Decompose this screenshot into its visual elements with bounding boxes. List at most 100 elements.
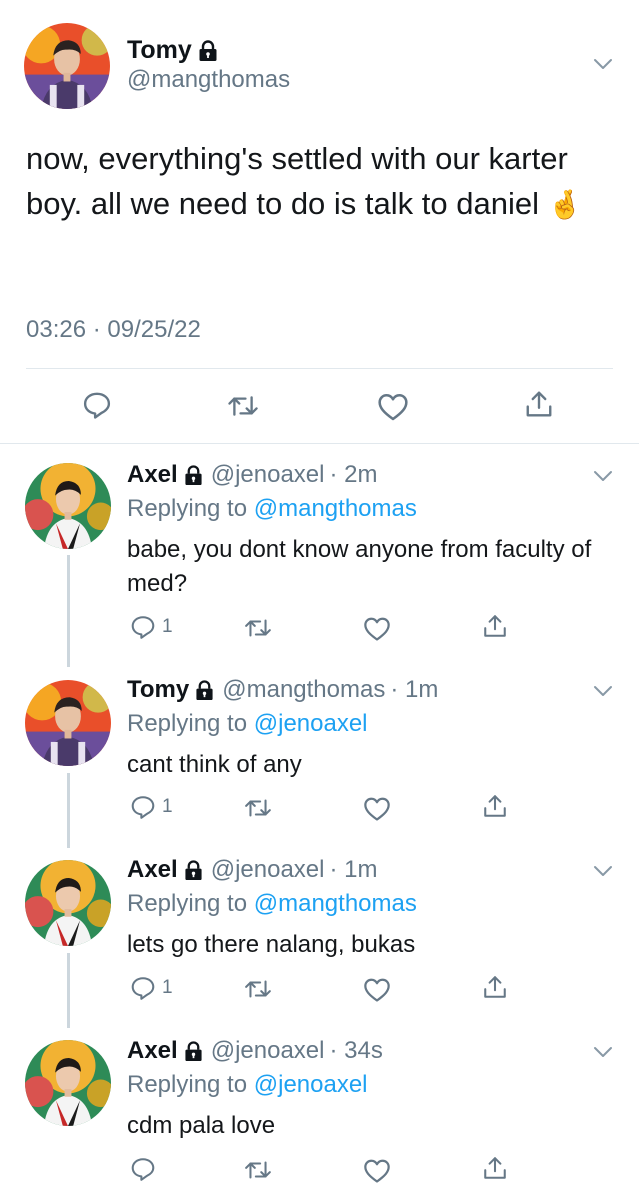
retweet-button[interactable]: [244, 976, 272, 1002]
reply-count: 1: [162, 977, 173, 998]
author-handle[interactable]: @jenoaxel: [211, 461, 325, 489]
reply-time: · 1m: [329, 856, 378, 883]
chevron-down-icon[interactable]: [593, 685, 613, 697]
replying-prefix: Replying to: [127, 710, 248, 737]
reply-text: cant think of any: [127, 751, 302, 778]
reply-text: babe, you dont know anyone from faculty …: [127, 536, 592, 597]
author-handle[interactable]: @mangthomas: [127, 66, 290, 94]
like-button[interactable]: [363, 796, 391, 822]
author-handle[interactable]: @mangthomas: [222, 676, 385, 704]
author-name-row: Axel @jenoaxel · 2m: [127, 461, 377, 489]
chevron-down-icon[interactable]: [593, 58, 613, 70]
reply-count: 1: [162, 796, 173, 817]
reply-time: · 1m: [390, 676, 439, 703]
replying-prefix: Replying to: [127, 1071, 248, 1098]
author-name[interactable]: Tomy: [127, 676, 189, 704]
lock-icon: [184, 465, 203, 486]
author-name[interactable]: Tomy: [127, 36, 192, 65]
avatar[interactable]: [25, 680, 111, 766]
lock-icon: [198, 40, 218, 62]
mention-link[interactable]: @mangthomas: [254, 890, 417, 917]
reply-button[interactable]: 1: [130, 975, 173, 1001]
reply-icon: [130, 1156, 156, 1182]
thread-line: [67, 953, 70, 1028]
author-name[interactable]: Axel: [127, 1037, 178, 1065]
like-icon: [377, 392, 409, 422]
lock-icon: [184, 1041, 203, 1062]
tweet-body: now, everything's settled with our karte…: [26, 141, 568, 221]
reply-button[interactable]: [130, 1156, 162, 1182]
retweet-button[interactable]: [244, 795, 272, 821]
share-button[interactable]: [524, 389, 554, 419]
author-name[interactable]: Axel: [127, 461, 178, 489]
replying-to: Replying to @jenoaxel: [127, 1071, 368, 1099]
lock-icon: [195, 680, 214, 701]
author-name-row: Axel @jenoaxel · 1m: [127, 856, 377, 884]
retweet-button[interactable]: [227, 391, 259, 421]
author-name-row: Axel @jenoaxel · 34s: [127, 1037, 383, 1065]
author-name-row: Tomy: [127, 36, 218, 65]
avatar[interactable]: [25, 1040, 111, 1126]
reply-text: lets go there nalang, bukas: [127, 931, 416, 958]
author-name-row: Tomy @mangthomas · 1m: [127, 676, 438, 704]
lock-icon: [184, 860, 203, 881]
chevron-down-icon[interactable]: [593, 865, 613, 877]
replying-prefix: Replying to: [127, 495, 248, 522]
share-icon: [482, 974, 508, 1000]
share-icon: [524, 389, 554, 419]
retweet-icon: [244, 1157, 272, 1183]
share-button[interactable]: [482, 1155, 508, 1181]
like-icon: [363, 977, 391, 1003]
mention-link[interactable]: @jenoaxel: [254, 710, 368, 737]
replying-to: Replying to @mangthomas: [127, 890, 417, 918]
retweet-icon: [244, 976, 272, 1002]
like-button[interactable]: [363, 1158, 391, 1184]
avatar[interactable]: [25, 463, 111, 549]
avatar[interactable]: [24, 23, 110, 109]
share-button[interactable]: [482, 793, 508, 819]
reply-button[interactable]: 1: [130, 614, 173, 640]
like-icon: [363, 616, 391, 642]
share-icon: [482, 793, 508, 819]
divider: [26, 368, 613, 369]
chevron-down-icon[interactable]: [593, 470, 613, 482]
avatar[interactable]: [25, 860, 111, 946]
mention-link[interactable]: @mangthomas: [254, 495, 417, 522]
reply-time: · 34s: [329, 1037, 383, 1064]
share-button[interactable]: [482, 613, 508, 639]
author-handle[interactable]: @jenoaxel: [211, 1037, 325, 1065]
reply-text: cdm pala love: [127, 1112, 276, 1139]
replying-prefix: Replying to: [127, 890, 248, 917]
like-button[interactable]: [363, 977, 391, 1003]
chevron-down-icon[interactable]: [593, 1046, 613, 1058]
thread-line: [67, 773, 70, 848]
author-name[interactable]: Axel: [127, 856, 178, 884]
reply-icon: [130, 794, 156, 820]
reply-button[interactable]: 1: [130, 794, 173, 820]
tweet-timestamp[interactable]: 03:26 · 09/25/22: [26, 316, 201, 344]
tweet-text: now, everything's settled with our karte…: [26, 136, 616, 227]
share-icon: [482, 613, 508, 639]
reply-time: · 2m: [329, 461, 378, 488]
thread-line: [67, 555, 70, 667]
mention-link[interactable]: @jenoaxel: [254, 1071, 368, 1098]
retweet-icon: [244, 615, 272, 641]
reply-icon: [130, 614, 156, 640]
retweet-button[interactable]: [244, 1157, 272, 1183]
divider: [0, 443, 639, 444]
share-button[interactable]: [482, 974, 508, 1000]
like-icon: [363, 796, 391, 822]
crossed-fingers-emoji: 🤞: [547, 189, 583, 220]
replying-to: Replying to @jenoaxel: [127, 710, 368, 738]
reply-button[interactable]: [82, 390, 112, 420]
like-button[interactable]: [377, 392, 409, 422]
reply-icon: [130, 975, 156, 1001]
share-icon: [482, 1155, 508, 1181]
retweet-button[interactable]: [244, 615, 272, 641]
like-icon: [363, 1158, 391, 1184]
reply-icon: [82, 390, 112, 420]
retweet-icon: [227, 391, 259, 421]
replying-to: Replying to @mangthomas: [127, 495, 417, 523]
like-button[interactable]: [363, 616, 391, 642]
author-handle[interactable]: @jenoaxel: [211, 856, 325, 884]
